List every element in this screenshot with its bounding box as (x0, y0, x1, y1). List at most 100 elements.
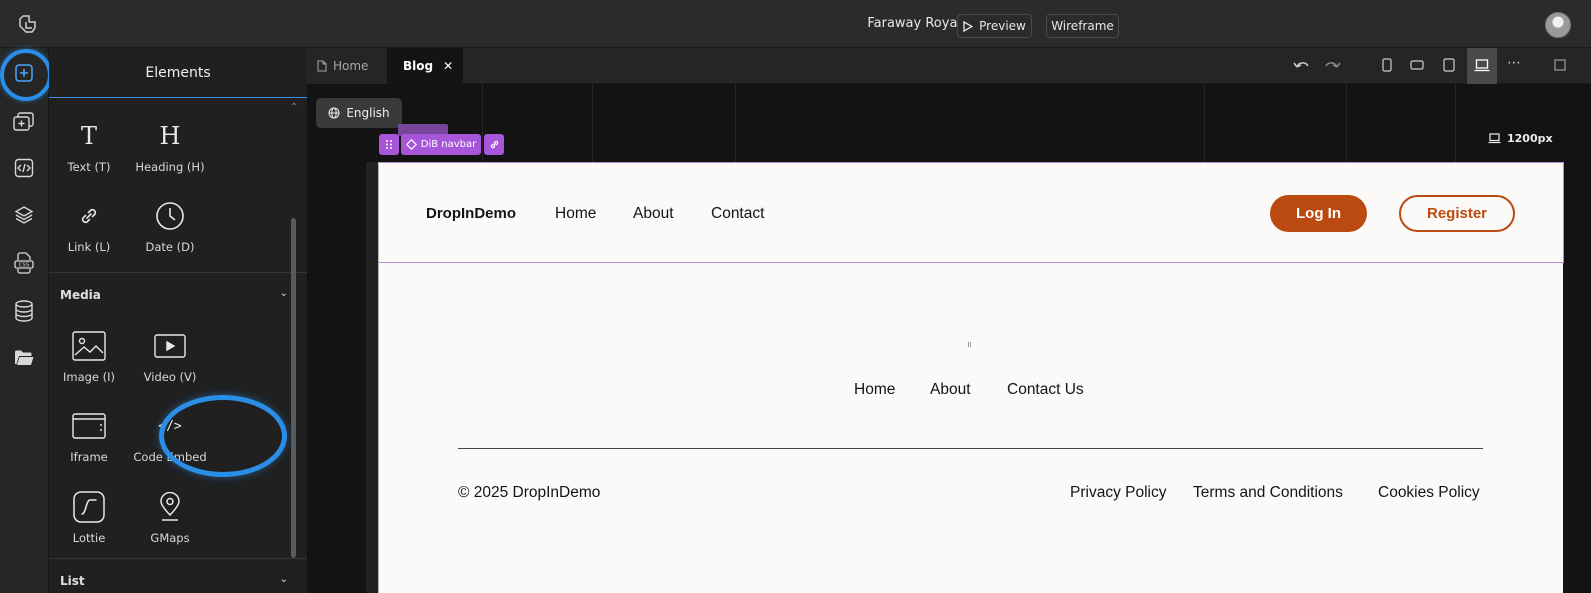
privacy-policy-link[interactable]: Privacy Policy (1070, 484, 1166, 502)
preview-button[interactable]: Preview (957, 14, 1032, 38)
link-icon (44, 194, 134, 238)
copyright-text: © 2025 DropInDemo (458, 484, 601, 501)
section-title: Media (60, 288, 101, 302)
code-icon[interactable] (12, 156, 36, 180)
element-label: Link (L) (67, 240, 111, 254)
element-lottie[interactable]: Lottie (44, 485, 134, 545)
tab-label: Home (333, 59, 369, 73)
heading-icon: H (159, 122, 181, 150)
lottie-icon (44, 485, 134, 529)
empty-element-marker[interactable] (968, 342, 971, 347)
terms-link[interactable]: Terms and Conditions (1193, 484, 1343, 502)
tablet-view-icon[interactable] (1440, 57, 1458, 73)
tab-label: Blog (403, 59, 434, 73)
element-label: Video (V) (143, 370, 197, 384)
login-button[interactable]: Log In (1270, 195, 1367, 232)
element-label: Lottie (72, 531, 106, 545)
link-component-icon[interactable] (484, 134, 504, 155)
page-preview: DropInDemo Home About Contact Log In Reg… (378, 162, 1564, 593)
navbar-component[interactable]: DropInDemo Home About Contact Log In Reg… (379, 162, 1564, 263)
panel-scrollbar[interactable] (291, 218, 296, 558)
element-text[interactable]: T Text (T) (44, 114, 134, 174)
divider (49, 272, 307, 273)
width-value: 1200px (1507, 132, 1553, 145)
wireframe-button[interactable]: Wireframe (1046, 14, 1119, 38)
element-image[interactable]: Image (I) (44, 324, 134, 384)
top-bar: Faraway Royal Ibis Preview Wireframe (0, 0, 1591, 48)
layers-icon[interactable] (12, 203, 36, 227)
collapse-icon[interactable] (1551, 57, 1569, 73)
cookies-policy-link[interactable]: Cookies Policy (1378, 484, 1480, 502)
more-options-icon[interactable]: ⋯ (1505, 55, 1523, 71)
footer-link-home[interactable]: Home (854, 381, 895, 399)
page-icon (317, 60, 327, 72)
chevron-down-icon: ⌄ (279, 288, 288, 299)
element-link[interactable]: Link (L) (44, 194, 134, 254)
nav-link-home[interactable]: Home (555, 205, 596, 223)
globe-icon (328, 107, 340, 119)
element-iframe[interactable]: Iframe (44, 404, 134, 464)
column-guide (735, 84, 736, 162)
redo-icon[interactable] (1323, 57, 1341, 73)
image-icon (44, 324, 134, 368)
tab-blog[interactable]: Blog ✕ (387, 48, 463, 84)
column-guide (1346, 84, 1347, 162)
column-guide (1204, 84, 1205, 162)
svg-text:CSS: CSS (19, 263, 30, 269)
play-icon (963, 20, 974, 32)
section-list[interactable]: List ⌄ (60, 574, 288, 588)
laptop-icon (1474, 59, 1490, 72)
tab-home[interactable]: Home (307, 48, 387, 84)
footer-link-about[interactable]: About (930, 381, 971, 399)
database-icon[interactable] (12, 299, 36, 323)
drag-handle-icon[interactable] (379, 134, 399, 155)
element-video[interactable]: Video (V) (125, 324, 215, 384)
iframe-icon (44, 404, 134, 448)
avatar[interactable] (1545, 12, 1571, 38)
register-button[interactable]: Register (1399, 195, 1515, 232)
undo-icon[interactable] (1293, 57, 1311, 73)
footer-link-contact-us[interactable]: Contact Us (1007, 381, 1084, 399)
elements-panel: Elements ⌃ T Text (T) H Heading (H) Link… (49, 48, 307, 593)
wireframe-label: Wireframe (1051, 19, 1114, 33)
element-gmaps[interactable]: GMaps (125, 485, 215, 545)
left-icon-rail: CSS (0, 48, 49, 593)
element-date[interactable]: Date (D) (125, 194, 215, 254)
map-pin-icon (125, 485, 215, 529)
scroll-up-icon[interactable]: ⌃ (290, 102, 298, 113)
element-label: Image (I) (62, 370, 116, 384)
add-section-icon[interactable] (12, 110, 36, 134)
clock-icon (125, 194, 215, 238)
page-tabs-bar: Home Blog ✕ (307, 48, 1591, 84)
mobile-landscape-view-icon[interactable] (1408, 57, 1426, 73)
app-logo-icon[interactable] (16, 12, 40, 36)
code-embed-highlight-ring (159, 395, 287, 477)
nav-link-about[interactable]: About (633, 205, 674, 223)
close-tab-icon[interactable]: ✕ (443, 59, 453, 73)
component-icon (405, 139, 417, 150)
css-icon[interactable]: CSS (12, 251, 36, 275)
language-selector[interactable]: English (316, 98, 402, 128)
app-window: Faraway Royal Ibis Preview Wireframe CSS (0, 0, 1591, 593)
mobile-view-icon[interactable] (1378, 57, 1396, 73)
column-guide (1455, 84, 1456, 162)
component-selector[interactable]: DiB navbar (401, 134, 481, 155)
section-title: List (60, 574, 85, 588)
video-icon (125, 324, 215, 368)
element-heading[interactable]: H Heading (H) (125, 114, 215, 174)
column-guide (592, 84, 593, 162)
element-label: Text (T) (67, 160, 111, 174)
folder-icon[interactable] (12, 346, 36, 370)
desktop-view-button[interactable] (1467, 48, 1497, 84)
canvas-width-indicator: 1200px (1488, 132, 1553, 145)
language-label: English (346, 106, 390, 120)
nav-link-contact[interactable]: Contact (711, 205, 764, 223)
brand-logo-text[interactable]: DropInDemo (426, 205, 516, 222)
section-media[interactable]: Media ⌄ (60, 288, 288, 302)
element-label: GMaps (150, 531, 190, 545)
element-label: Iframe (70, 450, 108, 464)
element-label: Heading (H) (135, 160, 205, 174)
chevron-down-icon: ⌄ (279, 574, 288, 585)
add-element-highlight-ring (0, 49, 52, 101)
panel-title: Elements (49, 48, 307, 98)
